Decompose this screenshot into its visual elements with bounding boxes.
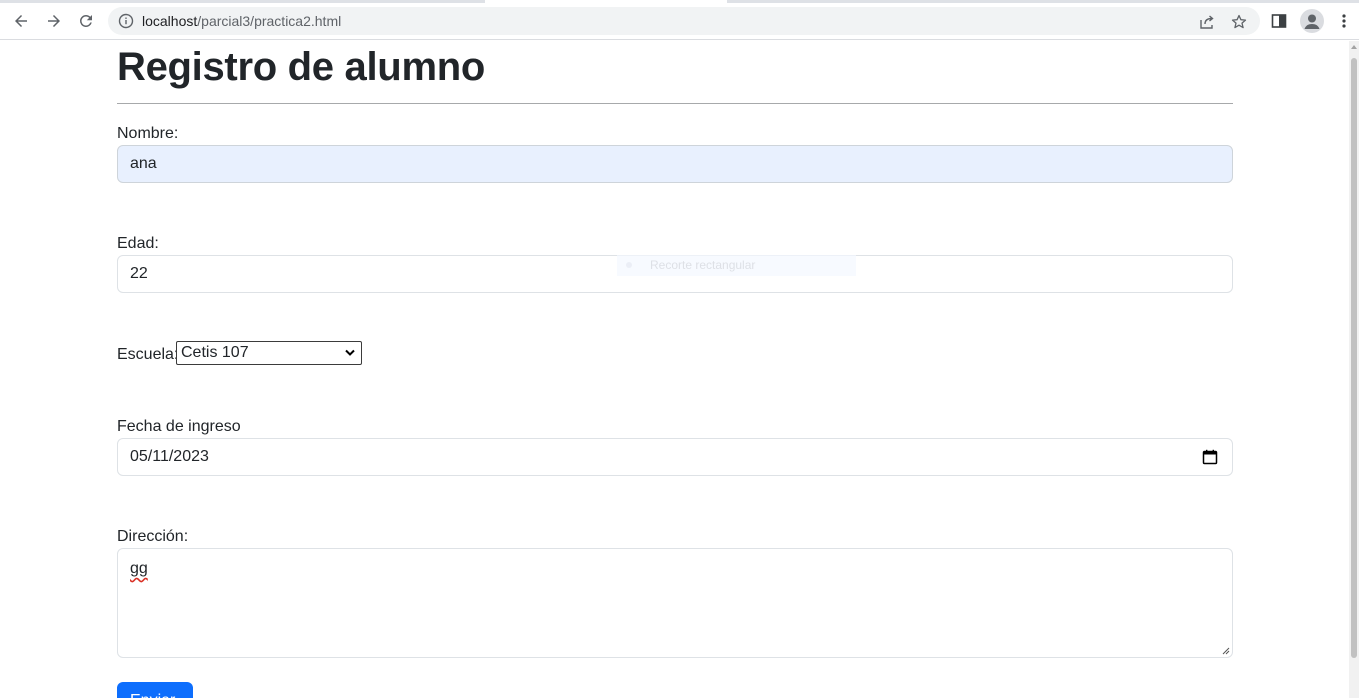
share-button[interactable] — [1198, 13, 1216, 31]
reload-icon — [79, 14, 92, 27]
share-icon — [1200, 15, 1214, 29]
side-panel-button[interactable] — [1268, 10, 1290, 32]
edad-value: 22 — [130, 265, 148, 282]
escuela-selected: Cetis 107 — [181, 344, 249, 361]
info-icon[interactable] — [118, 13, 134, 29]
profile-avatar[interactable] — [1300, 9, 1324, 33]
escuela-select[interactable]: Cetis 107 — [176, 341, 362, 365]
chevron-down-icon — [345, 349, 355, 356]
star-icon — [1231, 14, 1247, 29]
direccion-textarea[interactable]: gg — [117, 548, 1233, 658]
nombre-label: Nombre: — [117, 125, 179, 142]
calendar-icon[interactable] — [1202, 449, 1218, 465]
bookmark-button[interactable] — [1230, 13, 1248, 31]
arrow-left-icon — [15, 15, 27, 27]
scroll-up-icon[interactable] — [1351, 45, 1357, 49]
fecha-label: Fecha de ingreso — [117, 418, 241, 435]
forward-button[interactable] — [43, 10, 65, 32]
page-title: Registro de alumno — [117, 45, 485, 89]
browser-toolbar: localhost/parcial3/practica2.html — [0, 0, 1359, 40]
nombre-input[interactable]: ana — [117, 145, 1233, 183]
resize-handle-icon[interactable] — [1222, 647, 1230, 655]
more-vert-icon — [1342, 14, 1346, 28]
direccion-label: Dirección: — [117, 528, 189, 545]
escuela-label: Escuela: — [117, 346, 179, 363]
url-text[interactable]: localhost/parcial3/practica2.html — [142, 13, 341, 29]
tab-strip — [0, 0, 1359, 3]
snip-label: Recorte rectangular — [650, 258, 756, 272]
snip-overlay: Recorte rectangular — [617, 255, 856, 276]
menu-button[interactable] — [1333, 10, 1355, 32]
person-icon — [1304, 14, 1320, 29]
arrow-right-icon — [48, 15, 60, 27]
scrollbar-thumb[interactable] — [1351, 58, 1357, 658]
submit-button[interactable]: Enviar — [117, 682, 193, 698]
address-bar[interactable]: localhost/parcial3/practica2.html — [108, 7, 1260, 35]
snip-dot-icon — [626, 262, 632, 268]
direccion-value: gg — [130, 560, 148, 577]
back-button[interactable] — [10, 10, 32, 32]
page-viewport: Registro de alumno Nombre: ana Edad: 22 … — [0, 41, 1349, 698]
reload-button[interactable] — [75, 10, 97, 32]
title-divider — [117, 103, 1233, 104]
fecha-input[interactable]: 05/11/2023 — [117, 438, 1233, 476]
side-panel-icon — [1271, 14, 1287, 28]
vertical-scrollbar[interactable] — [1349, 41, 1359, 698]
nombre-value: ana — [130, 155, 157, 172]
fecha-value: 05/11/2023 — [130, 448, 209, 465]
edad-label: Edad: — [117, 235, 159, 252]
